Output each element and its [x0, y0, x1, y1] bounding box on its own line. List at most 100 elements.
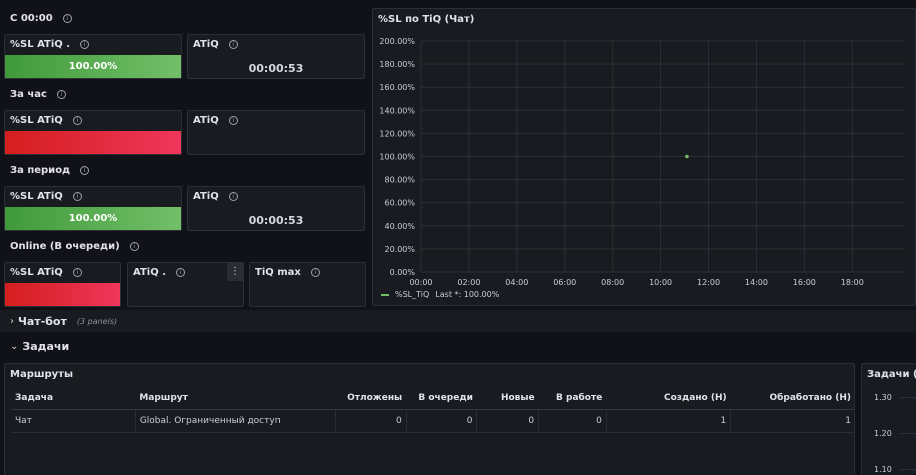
x-tick-label: 08:00	[601, 278, 624, 287]
column-header[interactable]: Обработано (H)	[730, 387, 855, 410]
x-tick-label: 00:00	[409, 278, 432, 287]
panel-title: ATiQ	[193, 39, 219, 50]
panel-title: Задачи (Ча	[867, 369, 916, 380]
grid-line	[900, 397, 916, 398]
table-cell: Global. Ограниченный доступ	[135, 409, 336, 433]
stat-panel-sl-atiq-today[interactable]: %SL ATiQ . i 100.00%	[4, 34, 182, 79]
stat-panel-sl-atiq-hour[interactable]: %SL ATiQ i	[4, 110, 182, 155]
routes-panel[interactable]: Маршруты Задача Маршрут Отложены В очере…	[4, 363, 855, 475]
stat-value-bar	[5, 283, 120, 306]
y-tick-label: 0.00%	[390, 268, 416, 277]
y-tick-label: 140.00%	[379, 106, 415, 115]
table-header-row: Задача Маршрут Отложены В очереди Новые …	[11, 387, 855, 410]
stat-value-bar: 100.00%	[5, 55, 181, 78]
panel-title: %SL ATiQ	[10, 191, 63, 202]
row-panel-count: (3 panels)	[76, 316, 118, 326]
column-header[interactable]: Создано (H)	[606, 387, 731, 410]
x-tick-label: 14:00	[745, 278, 768, 287]
stat-panel-atiq-online[interactable]: ATiQ . i ⋮	[127, 262, 244, 307]
info-icon[interactable]: i	[129, 242, 139, 251]
routes-table: Задача Маршрут Отложены В очереди Новые …	[11, 387, 855, 433]
y-tick-label: 1.30	[874, 393, 892, 402]
info-icon[interactable]: i	[72, 192, 82, 201]
section-label-text: С 00:00	[10, 13, 53, 24]
legend-swatch	[381, 293, 389, 296]
section-label-text: За период	[10, 165, 71, 176]
section-label-period: За период i	[10, 165, 90, 176]
row-title: Задачи	[22, 339, 70, 353]
info-icon[interactable]: i	[72, 268, 82, 277]
column-header[interactable]: Маршрут	[135, 387, 336, 410]
column-header[interactable]: В очереди	[406, 387, 477, 410]
section-label-last-hour: За час i	[10, 89, 66, 100]
panel-title: %SL ATiQ .	[10, 39, 71, 50]
info-icon[interactable]: i	[72, 116, 82, 125]
x-tick-label: 18:00	[841, 278, 864, 287]
x-tick-label: 04:00	[505, 278, 528, 287]
info-icon[interactable]: i	[80, 166, 90, 175]
y-tick-label: 160.00%	[379, 83, 415, 92]
info-icon[interactable]: i	[56, 90, 66, 99]
info-icon[interactable]: i	[62, 14, 72, 23]
chart-legend[interactable]: %SL_TiQ Last *: 100.00%	[381, 290, 499, 299]
panel-title: ATiQ	[193, 115, 219, 126]
table-cell: Чат	[11, 409, 136, 433]
table-row[interactable]: Чат Global. Ограниченный доступ 0 0 0 0 …	[11, 409, 855, 433]
y-tick-label: 1.10	[874, 465, 892, 474]
stat-panel-atiq-period[interactable]: ATiQ i 00:00:53	[187, 186, 365, 231]
legend-last-value: Last *: 100.00%	[435, 290, 500, 299]
panel-title: %SL ATiQ	[10, 267, 63, 278]
column-header[interactable]: Новые	[476, 387, 539, 410]
panel-title: ATiQ .	[133, 267, 166, 278]
info-icon[interactable]: i	[228, 116, 238, 125]
legend-series-name: %SL_TiQ	[395, 290, 430, 299]
table-cell: 1	[730, 409, 855, 433]
info-icon[interactable]: i	[310, 268, 320, 277]
y-tick-label: 80.00%	[384, 176, 415, 185]
x-tick-label: 16:00	[793, 278, 816, 287]
chevron-right-icon: ›	[10, 315, 14, 327]
tasks-chart-panel[interactable]: Задачи (Ча 1.30 1.20 1.10	[861, 363, 916, 475]
section-label-online: Online (В очереди) i	[10, 241, 139, 252]
row-chatbot[interactable]: › Чат-бот (3 panels)	[0, 310, 916, 332]
row-title: Чат-бот	[18, 314, 67, 328]
panel-title: Маршруты	[10, 369, 73, 380]
table-cell: 0	[476, 409, 540, 433]
grid-line	[900, 469, 916, 470]
panel-title: TiQ max	[255, 267, 301, 278]
section-label-text: За час	[10, 89, 47, 100]
table-cell: 0	[335, 409, 407, 433]
stat-panel-atiq-hour[interactable]: ATiQ i	[187, 110, 365, 155]
row-tasks[interactable]: ⌄ Задачи	[0, 335, 916, 357]
y-tick-label: 120.00%	[379, 129, 415, 138]
y-tick-label: 100.00%	[379, 153, 415, 162]
info-icon[interactable]: i	[228, 40, 238, 49]
y-tick-label: 20.00%	[384, 245, 415, 254]
panel-title: ATiQ	[193, 191, 219, 202]
stat-panel-atiq-today[interactable]: ATiQ i 00:00:53	[187, 34, 365, 79]
table-cell: 0	[538, 409, 607, 433]
y-tick-label: 1.20	[874, 429, 892, 438]
info-icon[interactable]: i	[228, 192, 238, 201]
y-tick-label: 40.00%	[384, 222, 415, 231]
x-tick-label: 12:00	[697, 278, 720, 287]
section-label-text: Online (В очереди)	[10, 241, 120, 252]
info-icon[interactable]: i	[176, 268, 185, 277]
stat-value-bar: 100.00%	[5, 207, 181, 230]
stat-panel-tiq-max[interactable]: TiQ max i	[249, 262, 366, 307]
x-tick-label: 10:00	[649, 278, 672, 287]
stat-panel-sl-atiq-online[interactable]: %SL ATiQ i	[4, 262, 121, 307]
chart-panel[interactable]: %SL по TiQ (Чат) 200.00% 180.00% 160.00% 14…	[372, 8, 916, 306]
column-header[interactable]: В работе	[538, 387, 607, 410]
chevron-down-icon: ⌄	[10, 340, 19, 352]
info-icon[interactable]: i	[80, 40, 90, 49]
stat-value: 00:00:53	[248, 62, 304, 75]
y-tick-label: 180.00%	[379, 60, 415, 69]
y-tick-label: 60.00%	[384, 199, 415, 208]
panel-menu-icon[interactable]: ⋮	[227, 263, 243, 281]
column-header[interactable]: Задача	[11, 387, 136, 410]
column-header[interactable]: Отложены	[335, 387, 407, 410]
x-tick-label: 02:00	[457, 278, 480, 287]
stat-value: 00:00:53	[248, 214, 304, 227]
stat-panel-sl-atiq-period[interactable]: %SL ATiQ i 100.00%	[4, 186, 182, 231]
